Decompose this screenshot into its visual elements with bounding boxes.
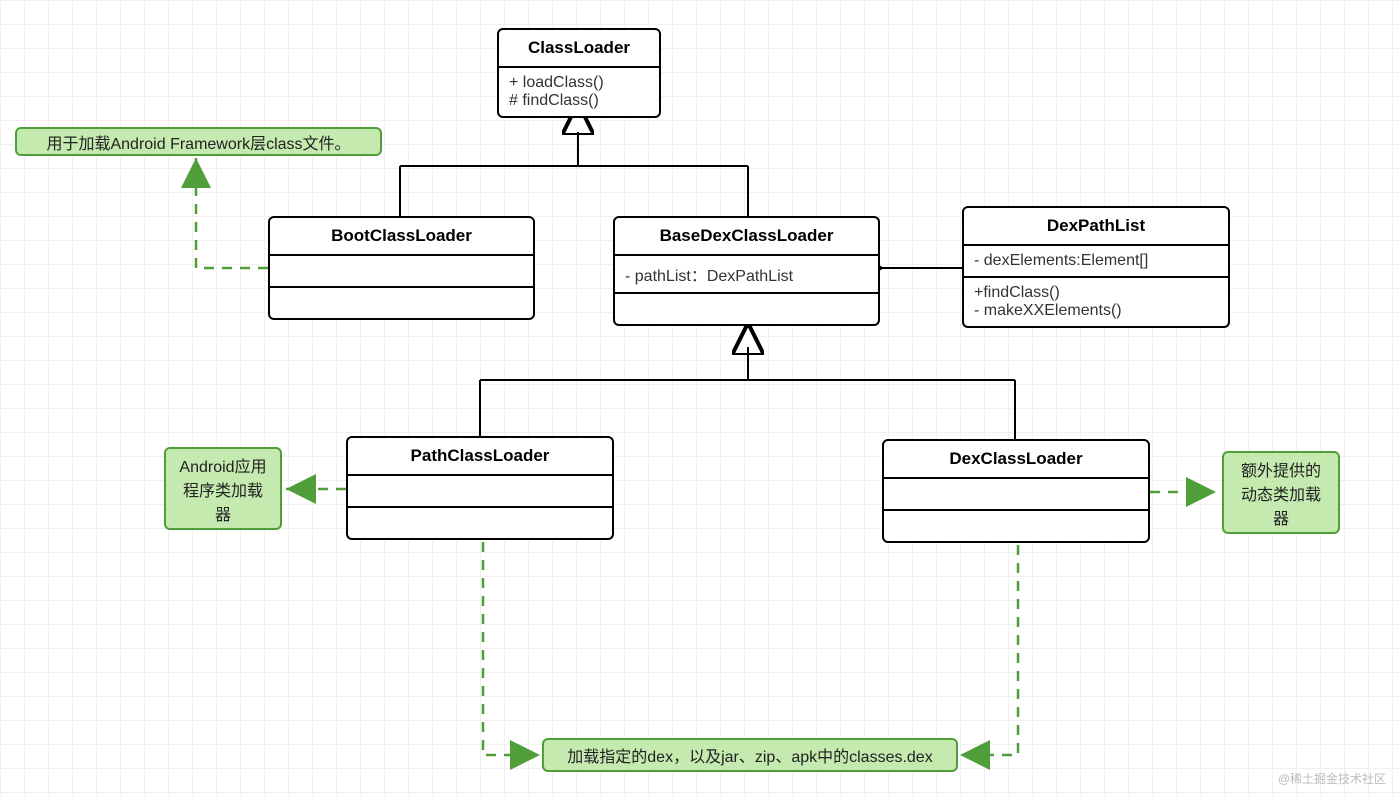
class-name: DexPathList — [964, 208, 1228, 246]
uml-class-dexclassloader: DexClassLoader — [882, 439, 1150, 543]
class-methods — [270, 288, 533, 318]
note-bootclassloader: 用于加载Android Framework层class文件。 — [15, 127, 382, 156]
class-methods — [884, 511, 1148, 541]
class-attrs — [270, 256, 533, 288]
note-dexclassloader: 额外提供的动态类加载器 — [1222, 451, 1340, 534]
uml-class-basedexclassloader: BaseDexClassLoader - pathList：DexPathLis… — [613, 216, 880, 326]
note-pathclassloader: Android应用程序类加载器 — [164, 447, 282, 530]
class-methods: +findClass() - makeXXElements() — [964, 278, 1228, 326]
class-methods: + loadClass() # findClass() — [499, 68, 659, 116]
class-methods — [615, 294, 878, 324]
note-bottom: 加载指定的dex，以及jar、zip、apk中的classes.dex — [542, 738, 958, 772]
class-name: PathClassLoader — [348, 438, 612, 476]
class-name: BaseDexClassLoader — [615, 218, 878, 256]
watermark: @稀土掘金技术社区 — [1278, 770, 1386, 787]
class-name: DexClassLoader — [884, 441, 1148, 479]
uml-class-classloader: ClassLoader + loadClass() # findClass() — [497, 28, 661, 118]
class-attrs: - dexElements:Element[] — [964, 246, 1228, 278]
class-name: ClassLoader — [499, 30, 659, 68]
class-attrs — [348, 476, 612, 508]
uml-class-bootclassloader: BootClassLoader — [268, 216, 535, 320]
connectors-layer — [0, 0, 1400, 797]
class-attrs — [884, 479, 1148, 511]
uml-class-dexpathlist: DexPathList - dexElements:Element[] +fin… — [962, 206, 1230, 328]
class-attrs: - pathList：DexPathList — [615, 256, 878, 294]
class-methods — [348, 508, 612, 538]
class-name: BootClassLoader — [270, 218, 533, 256]
uml-class-pathclassloader: PathClassLoader — [346, 436, 614, 540]
